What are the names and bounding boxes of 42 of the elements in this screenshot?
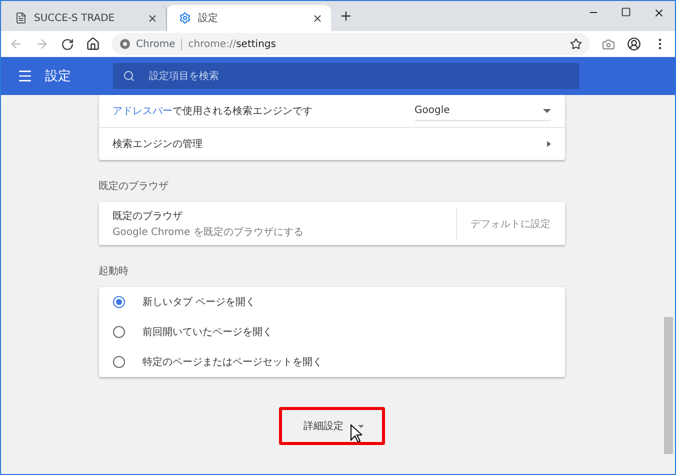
option-label: 特定のページまたはページセットを開く [142,356,322,369]
url-text: chrome://settings [188,38,277,50]
page-icon [15,12,27,24]
radio-button[interactable] [112,296,124,308]
setting-description: Google Chrome を既定のブラウザにする [112,226,304,238]
cursor-icon [350,424,362,443]
section-heading: 既定のブラウザ [98,180,170,194]
manage-engines-link[interactable]: 検索エンジンの管理 [112,137,546,151]
setting-title: 既定のブラウザ [112,210,184,222]
radio-button[interactable] [112,326,124,338]
new-tab-icon[interactable] [339,9,353,23]
search-input[interactable]: 設定項目を検索 [147,70,569,82]
browser-tab[interactable]: 設定 [167,5,331,31]
profile-icon[interactable] [627,37,641,51]
close-icon[interactable] [653,7,665,19]
page-title: 設定 [45,68,72,85]
caret-icon [358,424,364,428]
home-icon[interactable] [86,37,100,51]
caret-icon [542,108,550,112]
close-icon[interactable] [312,12,323,24]
advanced-button[interactable]: 詳細設定 [300,413,368,439]
chevron-icon [546,141,550,147]
gear-icon [179,12,191,24]
camera-icon[interactable] [602,38,615,50]
close-icon[interactable] [147,12,158,24]
maximize-icon[interactable] [621,7,631,17]
section-heading: 起動時 [98,264,130,279]
address-bar-link[interactable]: アドレスバー [112,106,172,117]
option-label: 新しいタブ ページを開く [142,296,256,309]
address-bar[interactable]: Chrome chrome://settings [112,33,590,55]
star-icon[interactable] [570,38,582,50]
make-default-button[interactable]: デフォルトに設定 [456,208,550,240]
site-label: Chrome [136,38,182,50]
search-bar[interactable]: 設定項目を検索 [113,63,579,89]
reload-icon[interactable] [61,38,74,50]
radio-button[interactable] [112,356,124,368]
scroll-thumb[interactable] [664,317,673,454]
engine-dropdown[interactable]: Google [414,101,550,121]
option-label: 前回開いていたページを開く [142,326,272,339]
setting-label: アドレスバーで使用される検索エンジンです [112,104,314,118]
search-icon [123,70,135,82]
chrome-icon [120,39,130,49]
